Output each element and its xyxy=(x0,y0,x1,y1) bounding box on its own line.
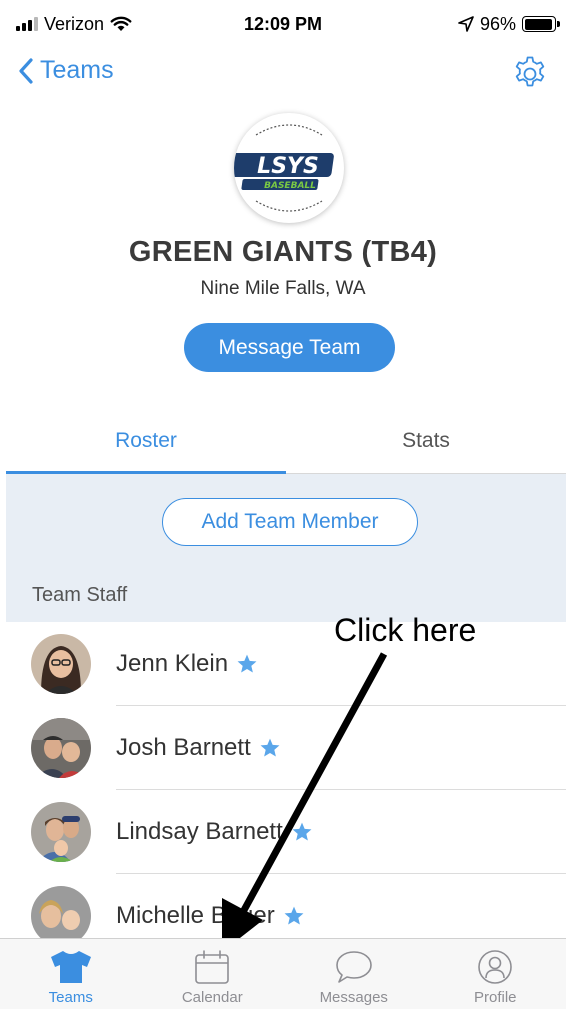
profile-icon xyxy=(478,950,513,984)
tab-teams[interactable]: Teams xyxy=(0,939,142,1009)
member-name: Lindsay Barnett xyxy=(116,818,313,846)
status-bar: Verizon 12:09 PM 96% xyxy=(0,0,566,48)
member-name: Jenn Klein xyxy=(116,650,258,678)
avatar xyxy=(31,802,91,862)
wifi-icon xyxy=(110,16,132,31)
message-team-button[interactable]: Message Team xyxy=(184,323,395,372)
tab-roster[interactable]: Roster xyxy=(6,408,286,474)
baseball-logo-icon: LSYS BASEBALL xyxy=(234,116,341,220)
back-label: Teams xyxy=(40,56,114,84)
chat-bubble-icon xyxy=(335,951,372,983)
tab-label: Profile xyxy=(473,989,517,1006)
tab-stats[interactable]: Stats xyxy=(286,408,566,473)
bottom-tab-bar: Teams Calendar Messages Profile xyxy=(0,938,566,1009)
star-icon xyxy=(284,906,304,925)
list-item[interactable]: Lindsay Barnett xyxy=(0,790,566,874)
tab-label: Teams xyxy=(48,989,93,1006)
avatar xyxy=(31,886,91,946)
list-item[interactable]: Jenn Klein xyxy=(0,622,566,706)
tab-label: Calendar xyxy=(181,989,243,1006)
star-icon xyxy=(292,822,312,841)
member-list: Jenn Klein Josh Barnett Lindsay Barnett … xyxy=(0,622,566,958)
star-icon xyxy=(260,738,280,757)
nav-bar: Teams xyxy=(0,48,566,102)
battery-fill xyxy=(524,18,553,30)
jersey-icon xyxy=(50,951,91,983)
status-right: 96% xyxy=(458,13,560,35)
avatar xyxy=(31,718,91,778)
logo-subtext: BASEBALL xyxy=(264,181,316,191)
member-name-text: Josh Barnett xyxy=(116,734,251,761)
tab-calendar[interactable]: Calendar xyxy=(142,939,284,1009)
member-name: Josh Barnett xyxy=(116,734,281,762)
segment-tabs: Roster Stats xyxy=(6,408,566,474)
add-team-member-button[interactable]: Add Team Member xyxy=(162,498,418,546)
team-name: GREEN GIANTS (TB4) xyxy=(128,236,438,268)
carrier-label: Verizon xyxy=(44,13,105,34)
member-name-text: Michelle Bauer xyxy=(116,902,275,929)
back-button[interactable]: Teams xyxy=(18,56,114,85)
team-location: Nine Mile Falls, WA xyxy=(200,278,366,299)
roster-panel: Add Team Member Team Staff xyxy=(6,474,566,622)
location-arrow-icon xyxy=(458,16,474,32)
avatar xyxy=(31,634,91,694)
signal-icon xyxy=(16,17,38,31)
tab-messages[interactable]: Messages xyxy=(283,939,425,1009)
tab-label: Messages xyxy=(319,989,388,1006)
logo-text: LSYS xyxy=(257,154,319,179)
star-icon xyxy=(237,654,257,673)
battery-icon xyxy=(522,16,560,32)
tab-profile[interactable]: Profile xyxy=(425,939,566,1009)
section-header-team-staff: Team Staff xyxy=(32,584,128,606)
status-left: Verizon xyxy=(16,14,132,35)
member-name: Michelle Bauer xyxy=(116,902,305,930)
list-item[interactable]: Josh Barnett xyxy=(0,706,566,790)
gear-icon[interactable] xyxy=(510,54,550,94)
calendar-icon xyxy=(195,950,230,984)
member-name-text: Jenn Klein xyxy=(116,650,229,677)
chevron-left-icon xyxy=(19,57,33,84)
member-name-text: Lindsay Barnett xyxy=(116,818,283,845)
battery-percent: 96% xyxy=(479,13,516,34)
team-logo: LSYS BASEBALL xyxy=(234,113,344,223)
